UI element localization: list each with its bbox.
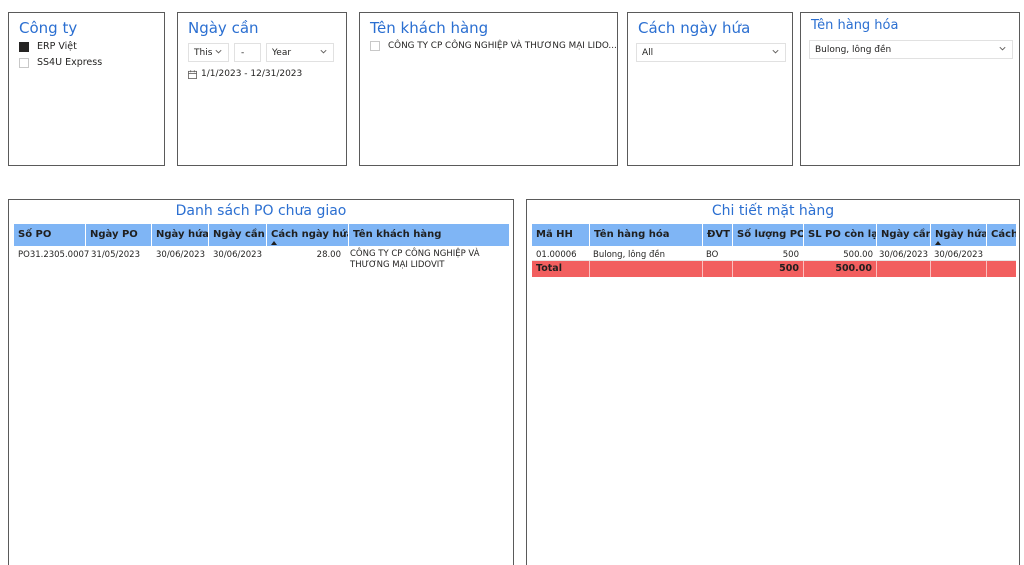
cell-need-date: 30/06/2023 <box>213 250 262 260</box>
col-header-po-date[interactable]: Ngày PO <box>85 224 151 246</box>
sort-ascending-icon <box>271 241 277 245</box>
company-option-label: ERP Việt <box>37 41 77 52</box>
customer-option[interactable]: CÔNG TY CP CÔNG NGHIỆP VÀ THƯƠNG MẠI LID… <box>370 41 617 51</box>
date-range-text: 1/1/2023 - 12/31/2023 <box>201 69 303 79</box>
col-header-item-code[interactable]: Mã HH <box>532 224 589 246</box>
total-divider <box>702 261 703 277</box>
item-detail-table: Chi tiết mặt hàng Mã HH Tên hàng hóa ĐVT… <box>526 199 1020 565</box>
date-needed-slicer: Ngày cần This - Year 1/1/2023 - 12/31/20… <box>177 12 347 166</box>
col-header-promise-gap[interactable]: Cách ngày hứa <box>266 224 348 246</box>
total-divider <box>986 261 987 277</box>
chevron-down-icon <box>772 49 779 54</box>
col-header-gap[interactable]: Cách <box>986 224 1016 246</box>
promise-gap-dropdown[interactable]: All <box>636 43 786 62</box>
col-header-po-number[interactable]: Số PO <box>14 224 85 246</box>
total-row: Total 500 500.00 <box>532 261 1016 277</box>
item-table-header: Mã HH Tên hàng hóa ĐVT Số lượng PO SL PO… <box>532 224 1016 246</box>
col-header-label: Cách ngày hứa <box>271 229 348 240</box>
po-list-table: Danh sách PO chưa giao Số PO Ngày PO Ngà… <box>8 199 514 565</box>
col-header-label: Ngày hứa <box>935 229 986 240</box>
total-remaining-qty: 500.00 <box>835 263 872 274</box>
cell-promise-date: 30/06/2023 <box>934 250 983 260</box>
cell-remaining-qty: 500.00 <box>843 250 873 260</box>
relative-unit-dropdown[interactable]: Year <box>266 43 334 62</box>
relative-mode-dropdown[interactable]: This <box>188 43 229 62</box>
col-header-customer-name[interactable]: Tên khách hàng <box>348 224 509 246</box>
promise-gap-slicer: Cách ngày hứa All <box>627 12 793 166</box>
total-divider <box>876 261 877 277</box>
total-divider <box>589 261 590 277</box>
product-value: Bulong, lông đền <box>815 44 892 55</box>
checkbox-icon[interactable] <box>19 57 29 68</box>
col-header-promise-date[interactable]: Ngày hứa <box>930 224 986 246</box>
cell-po-qty: 500 <box>782 250 799 260</box>
checkbox-checked-icon[interactable] <box>19 41 29 52</box>
cell-customer-name: CÔNG TY CP CÔNG NGHIỆP VÀ THƯƠNG MẠI LID… <box>350 249 480 270</box>
col-header-remaining-qty[interactable]: SL PO còn lại <box>803 224 876 246</box>
customer-slicer-title: Tên khách hàng <box>370 19 489 37</box>
relative-count-value: - <box>241 47 245 58</box>
company-slicer: Công ty ERP Việt SS4U Express <box>8 12 165 166</box>
col-header-need-date[interactable]: Ngày cần <box>876 224 930 246</box>
company-option-ss4u-express[interactable]: SS4U Express <box>19 57 102 68</box>
total-divider <box>930 261 931 277</box>
company-option-erp-viet[interactable]: ERP Việt <box>19 41 77 52</box>
product-slicer: Tên hàng hóa Bulong, lông đền <box>800 12 1020 166</box>
promise-gap-value: All <box>642 47 654 58</box>
col-header-unit[interactable]: ĐVT <box>702 224 732 246</box>
cell-need-date: 30/06/2023 <box>879 250 928 260</box>
customer-option-label: CÔNG TY CP CÔNG NGHIỆP VÀ THƯƠNG MẠI LID… <box>388 41 617 51</box>
chevron-down-icon <box>999 46 1006 51</box>
col-header-po-qty[interactable]: Số lượng PO <box>732 224 803 246</box>
date-needed-slicer-title: Ngày cần <box>188 19 259 37</box>
cell-po-number: PO31.2305.0007 <box>18 250 90 260</box>
total-po-qty: 500 <box>779 263 799 274</box>
col-header-item-name[interactable]: Tên hàng hóa <box>589 224 702 246</box>
total-label: Total <box>536 263 562 274</box>
item-table-title: Chi tiết mặt hàng <box>711 203 835 219</box>
customer-slicer: Tên khách hàng CÔNG TY CP CÔNG NGHIỆP VÀ… <box>359 12 618 166</box>
col-header-need-date[interactable]: Ngày cần <box>208 224 266 246</box>
company-slicer-title: Công ty <box>19 19 78 37</box>
chevron-down-icon <box>320 49 327 54</box>
cell-po-date: 31/05/2023 <box>91 250 140 260</box>
cell-item-code: 01.00006 <box>536 250 577 260</box>
calendar-icon <box>188 69 197 79</box>
company-option-label: SS4U Express <box>37 57 103 68</box>
col-header-promise-date[interactable]: Ngày hứa <box>151 224 208 246</box>
chevron-down-icon <box>215 49 222 54</box>
relative-count-input[interactable]: - <box>234 43 261 62</box>
cell-item-name: Bulong, lông đền <box>593 250 666 260</box>
promise-gap-slicer-title: Cách ngày hứa <box>638 19 751 37</box>
relative-unit-value: Year <box>272 47 292 58</box>
cell-promise-date: 30/06/2023 <box>156 250 205 260</box>
relative-mode-value: This <box>194 47 213 58</box>
date-range: 1/1/2023 - 12/31/2023 <box>188 69 302 79</box>
product-dropdown[interactable]: Bulong, lông đền <box>809 40 1013 59</box>
sort-ascending-icon <box>935 241 941 245</box>
cell-promise-gap: 28.00 <box>316 250 341 260</box>
product-slicer-title: Tên hàng hóa <box>811 18 899 33</box>
cell-unit: BO <box>706 250 719 260</box>
po-table-header: Số PO Ngày PO Ngày hứa Ngày cần Cách ngà… <box>14 224 509 246</box>
checkbox-icon[interactable] <box>370 41 380 51</box>
po-table-title: Danh sách PO chưa giao <box>175 203 347 219</box>
